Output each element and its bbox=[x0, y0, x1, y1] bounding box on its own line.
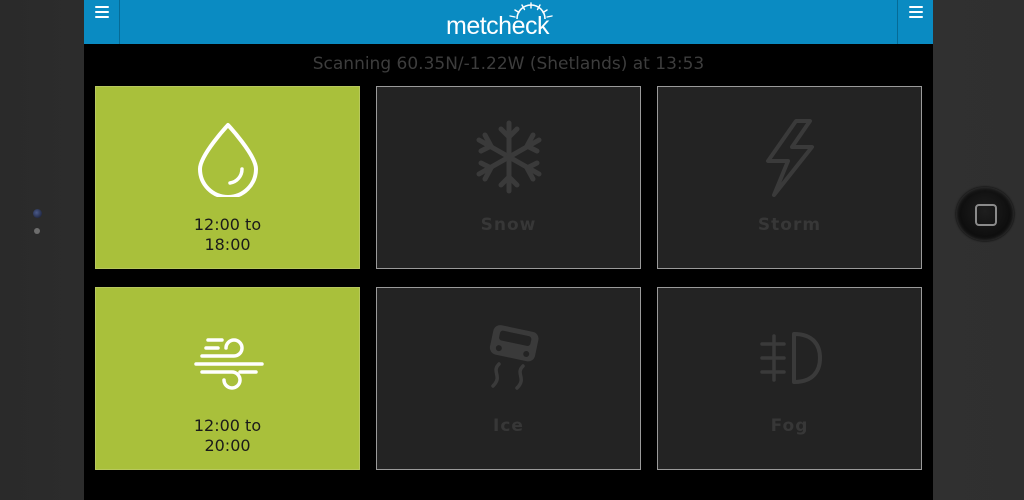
scan-status-text: Scanning 60.35N/-1.22W (Shetlands) at 13… bbox=[312, 54, 705, 74]
tile-rain-label-line2: 18:00 bbox=[204, 235, 251, 254]
header-bar: metcheck bbox=[84, 0, 933, 44]
tile-wind[interactable]: 12:00 to 20:00 bbox=[95, 287, 360, 470]
lightning-icon bbox=[766, 119, 814, 197]
tile-snow[interactable]: Snow bbox=[376, 86, 641, 269]
sensor-dot bbox=[34, 228, 40, 234]
hamburger-menu-icon bbox=[908, 6, 923, 18]
tile-storm-label: Storm bbox=[757, 215, 822, 235]
tablet-device: metcheck Scanning 60.35N/-1.22W (Shetlan… bbox=[0, 0, 1024, 500]
app-screen: metcheck Scanning 60.35N/-1.22W (Shetlan… bbox=[84, 0, 933, 500]
left-menu-button[interactable] bbox=[84, 0, 120, 44]
tile-storm[interactable]: Storm bbox=[657, 86, 922, 269]
tile-ice-label: Ice bbox=[493, 416, 524, 436]
fog-light-icon bbox=[760, 332, 822, 384]
raindrop-icon bbox=[198, 123, 258, 197]
right-menu-button[interactable] bbox=[897, 0, 933, 44]
hamburger-menu-icon bbox=[94, 6, 109, 18]
home-button[interactable] bbox=[956, 187, 1014, 241]
camera-dot bbox=[33, 209, 42, 218]
tile-wind-label-line1: 12:00 to bbox=[193, 416, 262, 435]
tile-rain[interactable]: 12:00 to 18:00 bbox=[95, 86, 360, 269]
tile-rain-label-line1: 12:00 to bbox=[193, 215, 262, 234]
snowflake-icon bbox=[476, 120, 542, 194]
metcheck-logo: metcheck bbox=[424, 2, 594, 42]
tile-fog-label: Fog bbox=[770, 416, 809, 436]
tile-fog[interactable]: Fog bbox=[657, 287, 922, 470]
tile-wind-label: 12:00 to 20:00 bbox=[96, 416, 359, 456]
tile-wind-label-line2: 20:00 bbox=[204, 436, 251, 455]
home-square-icon bbox=[975, 204, 997, 226]
tile-rain-label: 12:00 to 18:00 bbox=[96, 215, 359, 255]
wind-icon bbox=[194, 338, 264, 390]
logo-text: metcheck bbox=[446, 12, 549, 40]
skidding-car-icon bbox=[489, 325, 539, 390]
tile-snow-label: Snow bbox=[480, 215, 537, 235]
tile-ice[interactable]: Ice bbox=[376, 287, 641, 470]
